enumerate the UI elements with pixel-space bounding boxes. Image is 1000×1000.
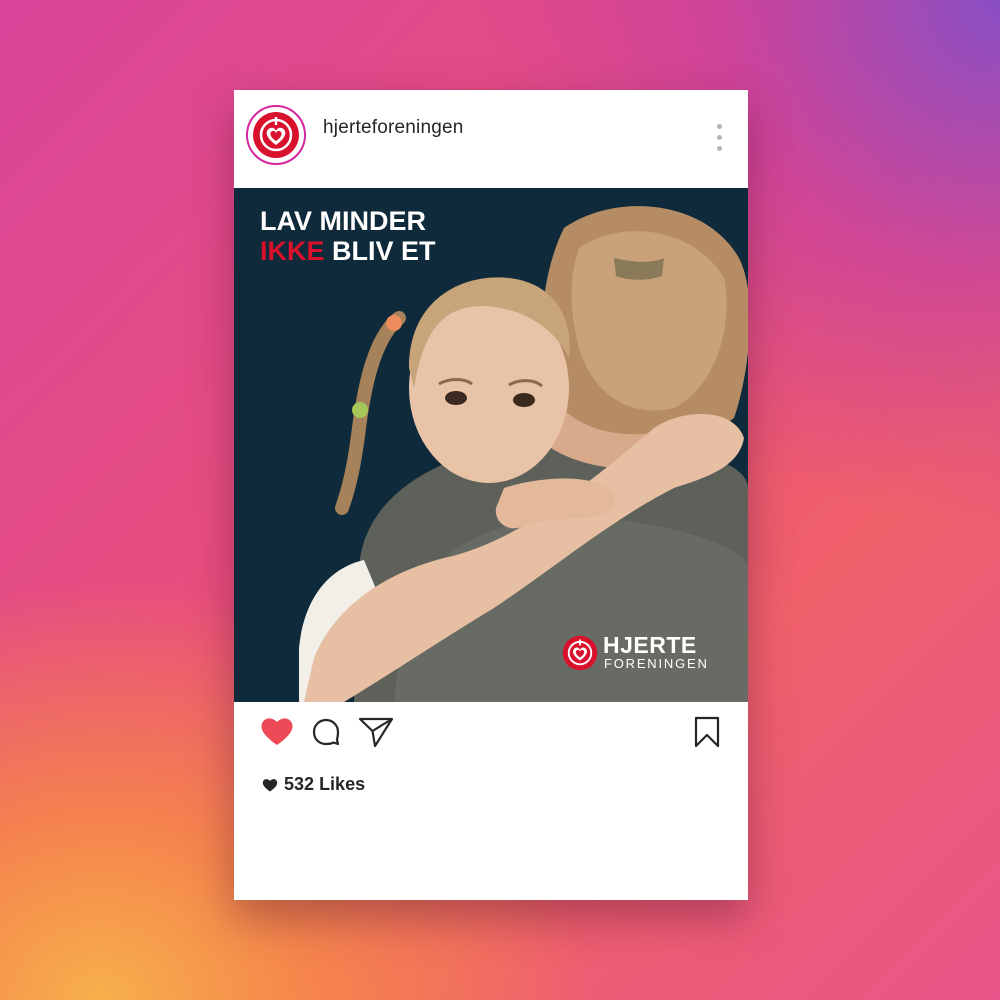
headline-line-1: LAV MINDER [260, 206, 426, 236]
post-image[interactable]: LAV MINDER IKKE BLIV ET HJERTE FORENINGE… [234, 188, 748, 702]
bookmark-icon[interactable] [694, 716, 720, 748]
headline-line-2-rest: BLIV ET [324, 236, 436, 266]
send-icon[interactable] [358, 716, 394, 748]
brand-logo: HJERTE FORENINGEN [562, 633, 722, 677]
post-actions-bar [234, 702, 748, 762]
instagram-post-card: hjerteforeningen LAV MINDER IKKE BLIV ET… [234, 90, 748, 900]
likes-count-row: 532 Likes [262, 774, 365, 795]
post-header: hjerteforeningen [234, 90, 748, 188]
brand-name-top: HJERTE [603, 632, 697, 658]
post-username[interactable]: hjerteforeningen [323, 117, 464, 139]
brand-name-bottom: FORENINGEN [604, 656, 709, 671]
post-headline: LAV MINDER IKKE BLIV ET [260, 206, 436, 266]
comment-icon[interactable] [312, 718, 340, 746]
heart-logo-icon [253, 112, 299, 158]
heart-logo-icon [562, 635, 598, 671]
heart-filled-icon[interactable] [260, 716, 294, 746]
headline-highlight: IKKE [260, 236, 325, 266]
more-vertical-icon[interactable] [712, 124, 726, 158]
profile-avatar[interactable] [246, 105, 306, 165]
small-heart-icon [262, 779, 278, 792]
likes-label: Likes [319, 774, 366, 794]
headline-line-2: IKKE BLIV ET [260, 236, 436, 266]
likes-count: 532 [284, 774, 315, 794]
